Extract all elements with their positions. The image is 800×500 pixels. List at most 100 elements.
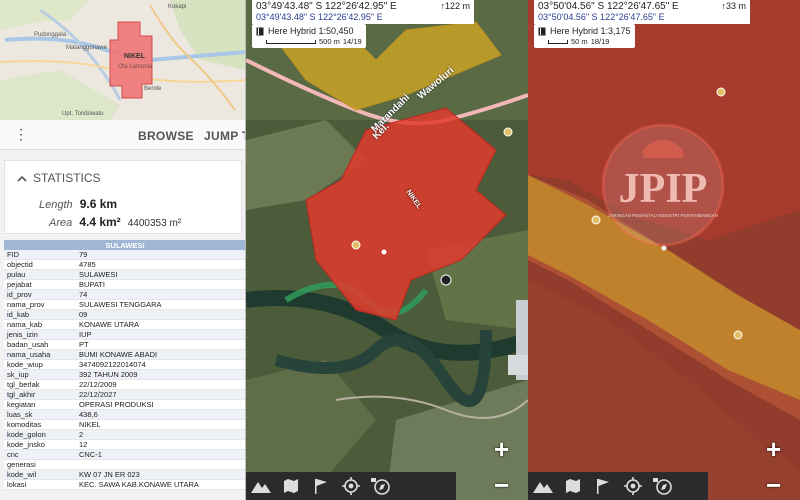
attribute-key: kode_wil [4, 469, 76, 480]
attribute-value: BUMI KONAWE ABADI [76, 349, 245, 360]
mountains-icon [251, 482, 271, 493]
compass-lock-button-closeup[interactable] [648, 472, 678, 500]
attribute-key: komoditas [4, 419, 76, 430]
attribute-row: kode_wiup 3474092122014074 [4, 359, 245, 370]
terrain-button-closeup[interactable] [528, 472, 558, 500]
attribute-key: jenis_izin [4, 329, 76, 340]
attribute-row: id_kab 09 [4, 309, 245, 320]
scale-indicator[interactable]: Here Hybrid 1:50,450 500 m 14/19 [252, 24, 366, 48]
mini-label-kokapi: Kokapi [168, 4, 187, 10]
attribute-row: pulau SULAWESI [4, 269, 245, 280]
more-options-icon[interactable]: ⋮ [14, 127, 28, 141]
attribute-value: 4785 [76, 259, 245, 270]
flag-icon [597, 479, 609, 494]
statistics-header[interactable]: STATISTICS [17, 171, 101, 185]
zoom-in-button[interactable]: + [494, 436, 509, 462]
area-label: Area [49, 217, 73, 229]
compass-lock-icon [653, 478, 672, 495]
info-panel: Kokapi Pudonggala Matanggonawe NIKEL Ota… [0, 0, 246, 500]
attribute-row: FID 79 [4, 250, 245, 260]
statistics-card: STATISTICS Length 9.6 km Area 4.4 km² 44… [4, 160, 242, 234]
attribute-value: KEC. SAWA KAB.KONAWE UTARA [76, 479, 245, 490]
attribute-row: luas_sk 438,6 [4, 409, 245, 420]
coordinate-main-closeup: 03°50'04.56" S 122°26'47.65" E [538, 1, 679, 12]
attribute-key: luas_sk [4, 409, 76, 420]
my-location-button-closeup[interactable] [618, 472, 648, 500]
attribute-row: pejabat BUPATI [4, 279, 245, 290]
attribute-value: SULAWESI [76, 269, 245, 280]
satellite-imagery-closeup [528, 0, 800, 500]
attribute-value: 09 [76, 309, 245, 320]
attribute-row: jenis_izin IUP [4, 329, 245, 340]
waypoint-button[interactable] [306, 472, 336, 500]
crosshair-icon [342, 477, 360, 495]
zoom-level-closeup: 18/19 [590, 37, 610, 46]
my-location-button[interactable] [336, 472, 366, 500]
overview-mini-map[interactable]: Kokapi Pudonggala Matanggonawe NIKEL Ota… [0, 0, 245, 120]
zoom-in-button-closeup[interactable]: + [766, 436, 781, 462]
zoom-out-button-closeup[interactable]: − [766, 472, 781, 498]
map-layers-button[interactable] [276, 472, 306, 500]
terrain-button[interactable] [246, 472, 276, 500]
attribute-key: objectid [4, 259, 76, 270]
scale-bar [266, 39, 316, 44]
flag-icon [315, 479, 327, 494]
attribute-row: kode_jnsko 12 [4, 439, 245, 450]
satellite-imagery [246, 0, 528, 500]
attribute-row: kegiatan OPERASI PRODUKSI [4, 399, 245, 410]
scale-bar-closeup [548, 39, 568, 44]
attribute-value: IUP [76, 329, 245, 340]
browse-button[interactable]: BROWSE [138, 129, 194, 143]
coordinate-readout-closeup: 03°50'04.56" S 122°26'47.65" E 03°50'04.… [534, 0, 750, 24]
attribute-key: id_kab [4, 309, 76, 320]
attribute-key: lokasi [4, 479, 76, 490]
coordinate-sub: 03°49'43.48" S 122°26'42.95" E [256, 12, 383, 22]
attribute-value: PT [76, 339, 245, 350]
attribute-row: objectid 4785 [4, 259, 245, 270]
attribute-row: sk_iup 392 TAHUN 2009 [4, 369, 245, 380]
crosshair-icon [624, 477, 642, 495]
attribute-value: 438,6 [76, 409, 245, 420]
attribute-value: CNC-1 [76, 449, 245, 460]
attribute-value: KONAWE UTARA [76, 319, 245, 330]
attribute-key: tgl_berlak [4, 379, 76, 390]
compass-lock-button[interactable] [366, 472, 396, 500]
attribute-key: id_prov [4, 289, 76, 300]
attribute-table-title: SULAWESI [4, 240, 245, 250]
coordinate-readout: 03°49'43.48" S 122°26'42.95" E 03°49'43.… [252, 0, 474, 24]
altitude-readout-closeup: ↑33 m [721, 1, 746, 11]
waypoint-button-closeup[interactable] [588, 472, 618, 500]
scale-label: 500 m [319, 37, 340, 46]
satellite-map-zoomed-in[interactable]: JPIP JARINGAN PEMANTAU INDUSTRI PERTAMBA… [528, 0, 800, 500]
map-layers-button-closeup[interactable] [558, 472, 588, 500]
attribute-key: kode_golon [4, 429, 76, 440]
watermark-text: JPIP [619, 166, 708, 212]
watermark-caption: JARINGAN PEMANTAU INDUSTRI PERTAMBANGAN [608, 213, 718, 218]
scale-indicator-closeup[interactable]: Here Hybrid 1:3,175 50 m 18/19 [534, 24, 635, 48]
satellite-map-zoomed-out[interactable]: 03°49'43.48" S 122°26'42.95" E 03°49'43.… [246, 0, 528, 500]
attribute-value: 79 [76, 250, 245, 260]
attribute-row: nama_prov SULAWESI TENGGARA [4, 299, 245, 310]
map-icon [566, 479, 580, 493]
zoom-out-button[interactable]: − [494, 472, 509, 498]
attribute-row: nama_usaha BUMI KONAWE ABADI [4, 349, 245, 360]
attribute-key: tgl_akhir [4, 389, 76, 400]
layer-name-closeup: Here Hybrid 1:3,175 [550, 26, 631, 36]
attribute-key: nama_usaha [4, 349, 76, 360]
attribute-value: OPERASI PRODUKSI [76, 399, 245, 410]
jump-to-button[interactable]: JUMP T [204, 129, 245, 143]
attribute-key: badan_usah [4, 339, 76, 350]
attribute-value [76, 459, 245, 470]
attribute-row: tgl_berlak 22/12/2009 [4, 379, 245, 390]
length-row: Length 9.6 km [39, 197, 117, 211]
attribute-row: cnc CNC-1 [4, 449, 245, 460]
map-toolbar-closeup [528, 472, 708, 500]
attribute-row: tgl_akhir 22/12/2027 [4, 389, 245, 400]
mini-label-upt-tondowatu: Upt. Tondowatu [62, 111, 104, 117]
area-row: Area 4.4 km² 4400353 m² [49, 215, 181, 229]
coordinate-sub-closeup: 03°50'04.56" S 122°26'47.65" E [538, 12, 665, 22]
mini-label-beride: Beride [144, 86, 162, 92]
attribute-value: SULAWESI TENGGARA [76, 299, 245, 310]
area-extra-value: 4400353 m² [127, 218, 182, 229]
attribute-key: pulau [4, 269, 76, 280]
